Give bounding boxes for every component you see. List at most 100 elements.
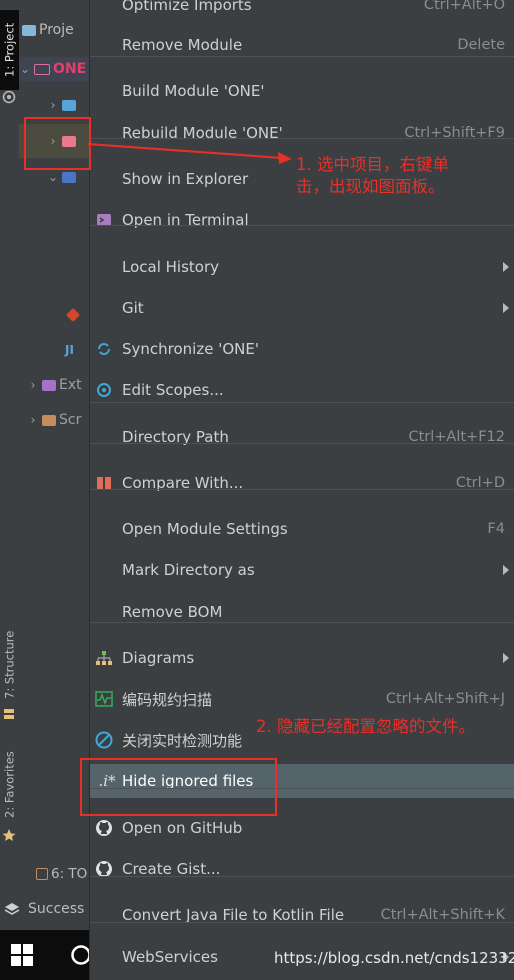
menu-item-label: Open Module Settings [122, 520, 288, 538]
tree-row-ext[interactable]: › Ext [19, 373, 99, 397]
terminal-icon [94, 210, 114, 230]
menu-separator [90, 138, 514, 139]
tab-project[interactable]: 1: Project [0, 10, 19, 90]
tree-row-scr[interactable]: › Scr [19, 408, 99, 432]
menu-item-shortcut: Delete [457, 37, 505, 53]
idea-folder-icon [62, 99, 76, 111]
menu-item-create-gist[interactable]: Create Gist... [90, 852, 514, 886]
annotation-arrow [87, 143, 292, 164]
menu-item-local-history[interactable]: Local History [90, 250, 514, 284]
tree-row-root[interactable]: ⌄ ONE [19, 57, 91, 81]
menu-item-open-in-terminal[interactable]: Open in Terminal [90, 203, 514, 237]
project-panel-header[interactable]: Proje [19, 18, 91, 42]
iml-file-icon: JI [65, 343, 74, 357]
menu-item-open-on-github[interactable]: Open on GitHub [90, 811, 514, 845]
annotation-note-1: 1. 选中项目，右键单击，出现如图面板。 [296, 155, 449, 196]
annotation-note-2: 2. 隐藏已经配置忽略的文件。 [256, 717, 475, 736]
tab-structure-label: 7: Structure [2, 630, 17, 700]
tab-structure[interactable]: 7: Structure [0, 620, 19, 710]
menu-separator [90, 402, 514, 403]
todo-icon [36, 868, 48, 880]
disable-icon [94, 730, 114, 750]
code-scan-icon [94, 689, 114, 709]
menu-item-open-module-settings[interactable]: Open Module Settings F4 [90, 512, 514, 546]
menu-item-label: Mark Directory as [122, 561, 255, 579]
menu-item-label: 编码规约扫描 [122, 690, 213, 709]
diagram-icon [94, 648, 114, 668]
menu-separator [90, 489, 514, 490]
menu-item-convert-java-to-kotlin[interactable]: Convert Java File to Kotlin File Ctrl+Alt… [90, 898, 514, 932]
chevron-right-icon: › [30, 378, 36, 392]
watermark-url: https://blog.csdn.net/cnds12332 [274, 949, 514, 967]
sync-icon [94, 339, 114, 359]
submenu-arrow-icon [503, 565, 509, 575]
windows-taskbar [0, 930, 91, 980]
submenu-arrow-icon [503, 262, 509, 272]
menu-item-label: Optimize Imports [122, 0, 252, 14]
scr-label: Scr [59, 412, 82, 428]
menu-item-shortcut: F4 [487, 521, 505, 537]
android-icon [2, 90, 16, 104]
star-icon [2, 829, 16, 841]
menu-item-shortcut: Ctrl+Alt+Shift+K [380, 907, 505, 923]
menu-item-label: Open in Terminal [122, 211, 249, 229]
project-header-label: Proje [39, 22, 74, 38]
menu-item-compare-with[interactable]: Compare With... Ctrl+D [90, 466, 514, 500]
git-file-icon [65, 307, 81, 323]
root-module-label: ONE [53, 61, 87, 77]
hide-ignored-highlight-box [80, 758, 277, 816]
tool-window-strip: 1: Project 7: Structure 2: Favorites [0, 0, 20, 980]
menu-item-optimize-imports[interactable]: Optimize Imports Ctrl+Alt+O [90, 0, 514, 22]
menu-item-label: Synchronize 'ONE' [122, 340, 259, 358]
windows-start-icon[interactable] [11, 944, 33, 966]
submenu-arrow-icon [503, 303, 509, 313]
source-folder-icon [62, 171, 76, 183]
menu-separator [90, 225, 514, 226]
tab-project-label: 1: Project [2, 22, 17, 78]
menu-separator [90, 622, 514, 623]
scope-icon [94, 380, 114, 400]
menu-separator [90, 443, 514, 444]
module-folder-icon [34, 63, 50, 75]
menu-item-label: Show in Explorer [122, 170, 249, 188]
submenu-arrow-icon [503, 653, 509, 663]
ext-label: Ext [59, 377, 82, 393]
project-folder-icon [22, 24, 36, 36]
tab-favorites-label: 2: Favorites [2, 751, 17, 819]
chevron-right-icon: › [50, 98, 56, 112]
menu-item-label: Git [122, 299, 144, 317]
menu-item-git[interactable]: Git [90, 291, 514, 325]
menu-item-label: Remove BOM [122, 603, 223, 621]
menu-separator [90, 876, 514, 877]
todo-label: 6: TO [51, 866, 88, 882]
chevron-down-icon: ⌄ [47, 170, 59, 184]
menu-item-synchronize[interactable]: Synchronize 'ONE' [90, 332, 514, 366]
menu-item-label: Local History [122, 258, 220, 276]
compare-icon [94, 473, 114, 493]
menu-separator [90, 922, 514, 923]
menu-item-label: Open on GitHub [122, 819, 243, 837]
menu-item-label: Diagrams [122, 649, 195, 667]
menu-item-diagrams[interactable]: Diagrams [90, 641, 514, 675]
menu-item-label: Edit Scopes... [122, 381, 224, 399]
menu-item-label: Build Module 'ONE' [122, 82, 265, 100]
menu-item-directory-path[interactable]: Directory Path Ctrl+Alt+F12 [90, 420, 514, 454]
status-bar: Success [0, 889, 90, 929]
menu-item-mark-directory-as[interactable]: Mark Directory as [90, 553, 514, 587]
selection-highlight-box [24, 117, 91, 170]
tab-favorites[interactable]: 2: Favorites [0, 745, 19, 825]
menu-item-build-module[interactable]: Build Module 'ONE' [90, 74, 514, 108]
structure-icon [4, 709, 14, 719]
menu-item-shortcut: Ctrl+Alt+Shift+J [385, 691, 505, 707]
menu-item-label: 关闭实时检测功能 [122, 731, 243, 750]
menu-item-remove-bom[interactable]: Remove BOM [90, 595, 514, 629]
menu-item-code-scan[interactable]: 编码规约扫描 Ctrl+Alt+Shift+J [90, 682, 514, 716]
chevron-right-icon: › [30, 413, 36, 427]
menu-item-shortcut: Ctrl+Alt+O [423, 0, 505, 13]
scratches-icon [42, 414, 56, 426]
menu-separator [90, 56, 514, 57]
library-icon [42, 379, 56, 391]
menu-item-label: Remove Module [122, 36, 243, 54]
layers-icon [4, 903, 20, 915]
menu-item-label: WebServices [122, 948, 218, 966]
